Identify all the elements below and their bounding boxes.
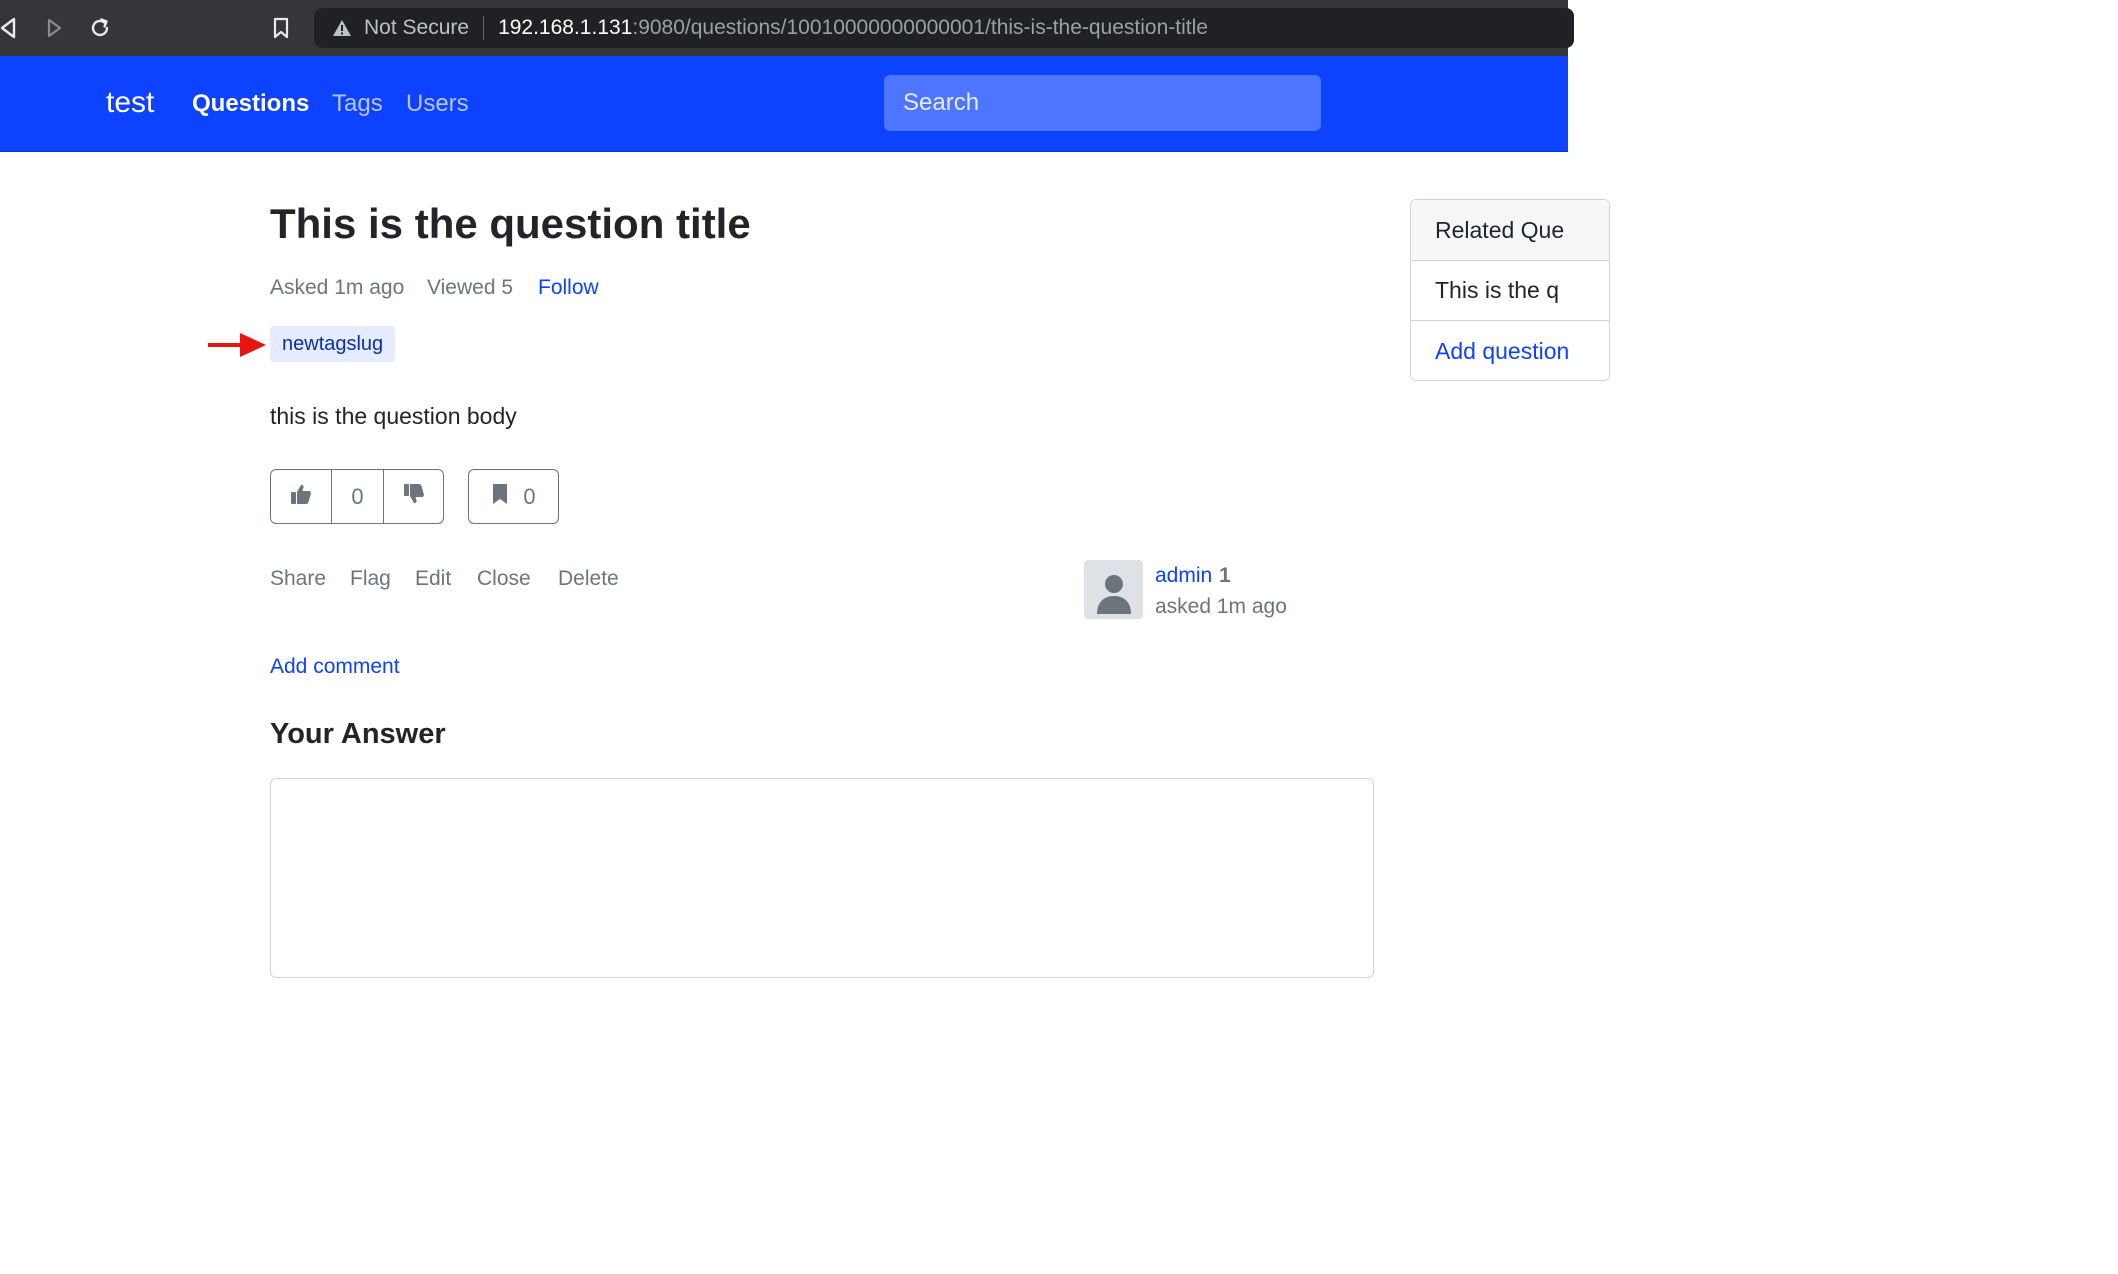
asked-time: Asked 1m ago <box>270 276 405 299</box>
upvote-button[interactable] <box>271 470 332 523</box>
related-question-item[interactable]: This is the q <box>1411 261 1609 321</box>
author-reputation: 1 <box>1219 564 1231 587</box>
question-body: this is the question body <box>270 403 517 429</box>
user-icon <box>1094 570 1134 619</box>
divider <box>483 16 485 40</box>
question-title: This is the question title <box>270 200 751 247</box>
author-asked-time: asked 1m ago <box>1155 595 1287 618</box>
edit-link[interactable]: Edit <box>415 567 451 591</box>
close-link[interactable]: Close <box>477 567 531 591</box>
warning-icon <box>332 19 352 37</box>
nav-questions[interactable]: Questions <box>192 90 309 118</box>
delete-link[interactable]: Delete <box>558 567 619 591</box>
browser-toolbar: Not Secure 192.168.1.131:9080/questions/… <box>0 0 1574 56</box>
thumbs-down-icon <box>403 483 425 511</box>
vote-count: 0 <box>332 470 384 523</box>
url-path: :9080/questions/10010000000000001/this-i… <box>632 16 1208 39</box>
add-comment-link[interactable]: Add comment <box>270 655 400 679</box>
related-questions-heading: Related Que <box>1411 200 1609 261</box>
follow-link[interactable]: Follow <box>538 276 599 300</box>
tag-badge[interactable]: newtagslug <box>270 326 396 362</box>
url-host: 192.168.1.131 <box>498 16 633 39</box>
bookmark-icon[interactable] <box>267 14 295 42</box>
security-label[interactable]: Not Secure <box>364 16 469 40</box>
avatar[interactable] <box>1084 560 1143 619</box>
nav-tags[interactable]: Tags <box>332 90 383 118</box>
author-name[interactable]: admin <box>1155 564 1212 588</box>
nav-users[interactable]: Users <box>406 90 469 118</box>
add-question-link[interactable]: Add question <box>1411 321 1609 380</box>
brand-logo[interactable]: test <box>106 86 154 120</box>
share-link[interactable]: Share <box>270 567 326 591</box>
bookmark-button[interactable]: 0 <box>468 469 559 524</box>
related-questions-card: Related Que This is the q Add question <box>1410 199 1610 381</box>
navbar: test Questions Tags Users Search <box>0 56 1568 152</box>
annotation-arrow <box>206 331 268 364</box>
thumbs-up-icon <box>290 483 312 511</box>
vote-group: 0 <box>270 469 444 524</box>
answer-heading: Your Answer <box>270 718 446 750</box>
address-bar[interactable]: Not Secure 192.168.1.131:9080/questions/… <box>314 8 1574 48</box>
forward-icon[interactable] <box>40 14 68 42</box>
answer-editor[interactable] <box>270 778 1374 978</box>
bookmark-count: 0 <box>523 483 536 509</box>
flag-link[interactable]: Flag <box>350 567 391 591</box>
bookmark-icon <box>491 483 509 511</box>
search-input[interactable]: Search <box>884 75 1321 131</box>
view-count: Viewed 5 <box>427 276 514 299</box>
back-icon[interactable] <box>0 14 22 42</box>
downvote-button[interactable] <box>384 470 443 523</box>
reload-icon[interactable] <box>86 14 114 42</box>
